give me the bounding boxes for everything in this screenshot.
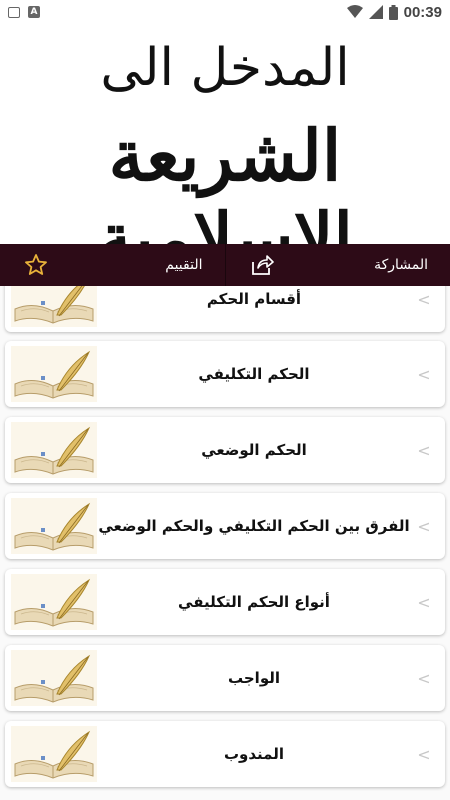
share-icon — [251, 255, 274, 275]
chevron-icon: < — [417, 744, 431, 764]
list-item-title: المندوب — [223, 745, 284, 763]
book-quill-icon — [11, 422, 97, 478]
chevron-icon: < — [417, 592, 431, 612]
chevron-icon: < — [417, 516, 431, 536]
image-icon — [8, 6, 20, 18]
book-quill-icon — [11, 286, 97, 327]
list-item-title: الحكم الوضعي — [201, 441, 307, 459]
topics-list: أقسام الحكم < الحكم التكليفي < الحكم الوضعي <… — [0, 286, 450, 800]
status-time: 00:39 — [403, 3, 442, 21]
list-item[interactable]: الحكم الوضعي < — [5, 417, 445, 483]
list-item[interactable]: المندوب < — [5, 721, 445, 787]
status-right: 00:39 — [346, 3, 442, 21]
status-bar: A 00:39 — [0, 0, 450, 24]
list-item[interactable]: أنواع الحكم التكليفي < — [5, 569, 445, 635]
list-item-title: أنواع الحكم التكليفي — [178, 593, 330, 611]
signal-icon — [368, 5, 383, 19]
rate-label: التقييم — [165, 257, 203, 273]
share-label: المشاركة — [374, 257, 428, 273]
list-item-title: أقسام الحكم — [206, 290, 302, 308]
book-quill-icon — [11, 574, 97, 630]
chevron-icon: < — [417, 364, 431, 384]
action-bar: التقييم المشاركة — [0, 244, 450, 286]
share-button[interactable]: المشاركة — [224, 244, 450, 286]
list-item[interactable]: أقسام الحكم < — [5, 286, 445, 332]
list-item[interactable]: الفرق بين الحكم التكليفي والحكم الوضعي < — [5, 493, 445, 559]
list-item[interactable]: الحكم التكليفي < — [5, 341, 445, 407]
wifi-icon — [346, 5, 363, 18]
header-banner: المدخل الى الشريعة الإسلامية — [0, 24, 450, 244]
a-icon: A — [28, 6, 40, 18]
banner-line2: الشريعة الإسلامية — [97, 114, 353, 244]
chevron-icon: < — [417, 668, 431, 688]
book-quill-icon — [11, 726, 97, 782]
status-left: A — [8, 6, 40, 18]
list-item-title: الفرق بين الحكم التكليفي والحكم الوضعي — [98, 517, 410, 535]
chevron-icon: < — [417, 440, 431, 460]
star-icon — [25, 254, 47, 275]
list-item-title: الحكم التكليفي — [198, 365, 310, 383]
list-item-title: الواجب — [227, 669, 280, 687]
list-item[interactable]: الواجب < — [5, 645, 445, 711]
book-quill-icon — [11, 346, 97, 402]
book-quill-icon — [11, 650, 97, 706]
rate-button[interactable]: التقييم — [0, 244, 225, 286]
banner-line1: المدخل الى — [100, 38, 350, 98]
battery-icon — [388, 4, 398, 20]
chevron-icon: < — [417, 289, 431, 309]
book-quill-icon — [11, 498, 97, 554]
